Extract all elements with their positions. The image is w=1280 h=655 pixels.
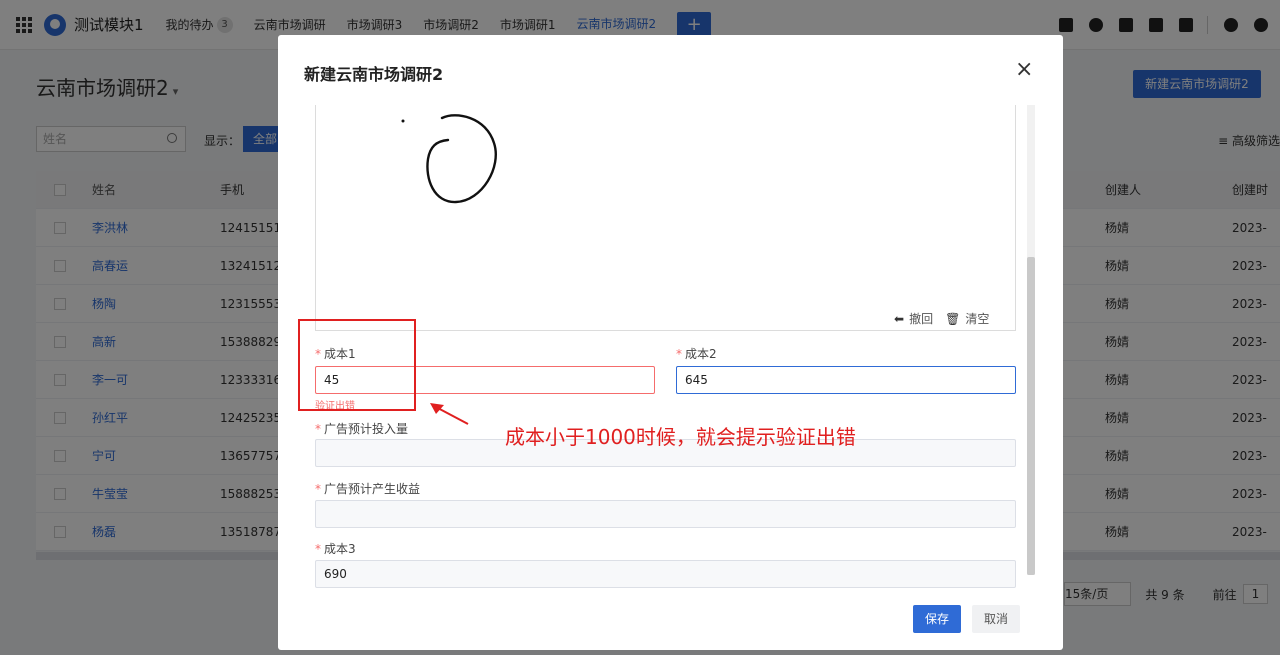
trash-icon: 🗑 [945, 312, 961, 326]
cost2-input[interactable]: 645 [676, 366, 1016, 394]
cost3-input[interactable]: 690 [315, 560, 1016, 588]
ad-revenue-label: * 广告预计产生收益 [315, 480, 420, 497]
annotation-arrow-icon [430, 403, 469, 425]
cancel-button[interactable]: 取消 [972, 605, 1020, 633]
dialog-title: 新建云南市场调研2 [304, 65, 444, 84]
signature-actions: ⬅ 撤回 🗑 清空 [894, 310, 989, 327]
ad-invest-label-text: 广告预计投入量 [324, 422, 409, 436]
ad-revenue-label-text: 广告预计产生收益 [324, 482, 421, 496]
required-mark: * [315, 542, 321, 556]
save-button[interactable]: 保存 [913, 605, 961, 633]
required-mark: * [315, 422, 321, 436]
cost3-label-text: 成本3 [324, 542, 356, 556]
cost2-label: * 成本2 [676, 345, 717, 362]
signature-pad[interactable] [315, 105, 1016, 331]
signature-drawing [401, 114, 497, 204]
annotation-highlight-box [298, 319, 416, 411]
dialog-scrollbar-thumb[interactable] [1027, 257, 1035, 575]
clear-label: 清空 [965, 312, 990, 326]
new-record-dialog: 新建云南市场调研2 × ⬅ 撤回 🗑 清空 * 成本1 45 验证出错 * 成本2 64… [278, 35, 1063, 650]
close-icon[interactable]: × [1015, 59, 1033, 81]
undo-button[interactable]: ⬅ 撤回 [894, 310, 933, 327]
required-mark: * [315, 482, 321, 496]
cost2-label-text: 成本2 [685, 347, 717, 361]
cost3-label: * 成本3 [315, 540, 356, 557]
clear-button[interactable]: 🗑 清空 [945, 310, 989, 327]
ad-invest-label: * 广告预计投入量 [315, 420, 408, 437]
ad-revenue-input[interactable] [315, 500, 1016, 528]
undo-label: 撤回 [909, 312, 934, 326]
required-mark: * [676, 347, 682, 361]
undo-icon: ⬅ [894, 312, 905, 326]
annotation-text: 成本小于1000时候，就会提示验证出错 [505, 425, 856, 449]
